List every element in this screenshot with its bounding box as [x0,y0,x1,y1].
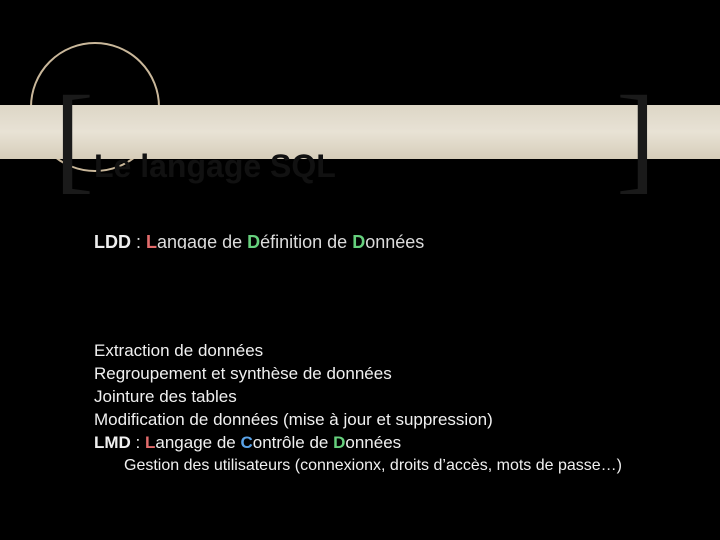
body-line-1: Extraction de données [94,340,704,363]
body-line-2: Regroupement et synthèse de données [94,363,704,386]
cover-band [0,249,720,267]
body-line-indent: Gestion des utilisateurs (connexionx, dr… [94,455,704,477]
ldc-d-cap: D [333,433,345,452]
page-title: Le langage SQL [94,148,336,185]
body-line-3: Jointure des tables [94,386,704,409]
ldc-l-rest: angage de [155,433,240,452]
bracket-right-icon: ] [616,78,656,198]
ldc-sep: : [131,433,145,452]
body-line-4: Modification de données (mise à jour et … [94,409,704,432]
body-block: Extraction de données Regroupement et sy… [94,340,704,476]
slide: [ ] Le langage SQL LDD : Langage de Défi… [0,0,720,540]
ldc-l-cap: L [145,433,155,452]
ldc-c-rest: ontrôle de [253,433,333,452]
bracket-left-icon: [ [54,78,94,198]
ldc-abbr: LMD [94,433,131,452]
body-line-ldc: LMD : Langage de Contrôle de Données [94,432,704,455]
ldc-c-cap: C [240,433,252,452]
ldc-d-rest: onnées [345,433,401,452]
